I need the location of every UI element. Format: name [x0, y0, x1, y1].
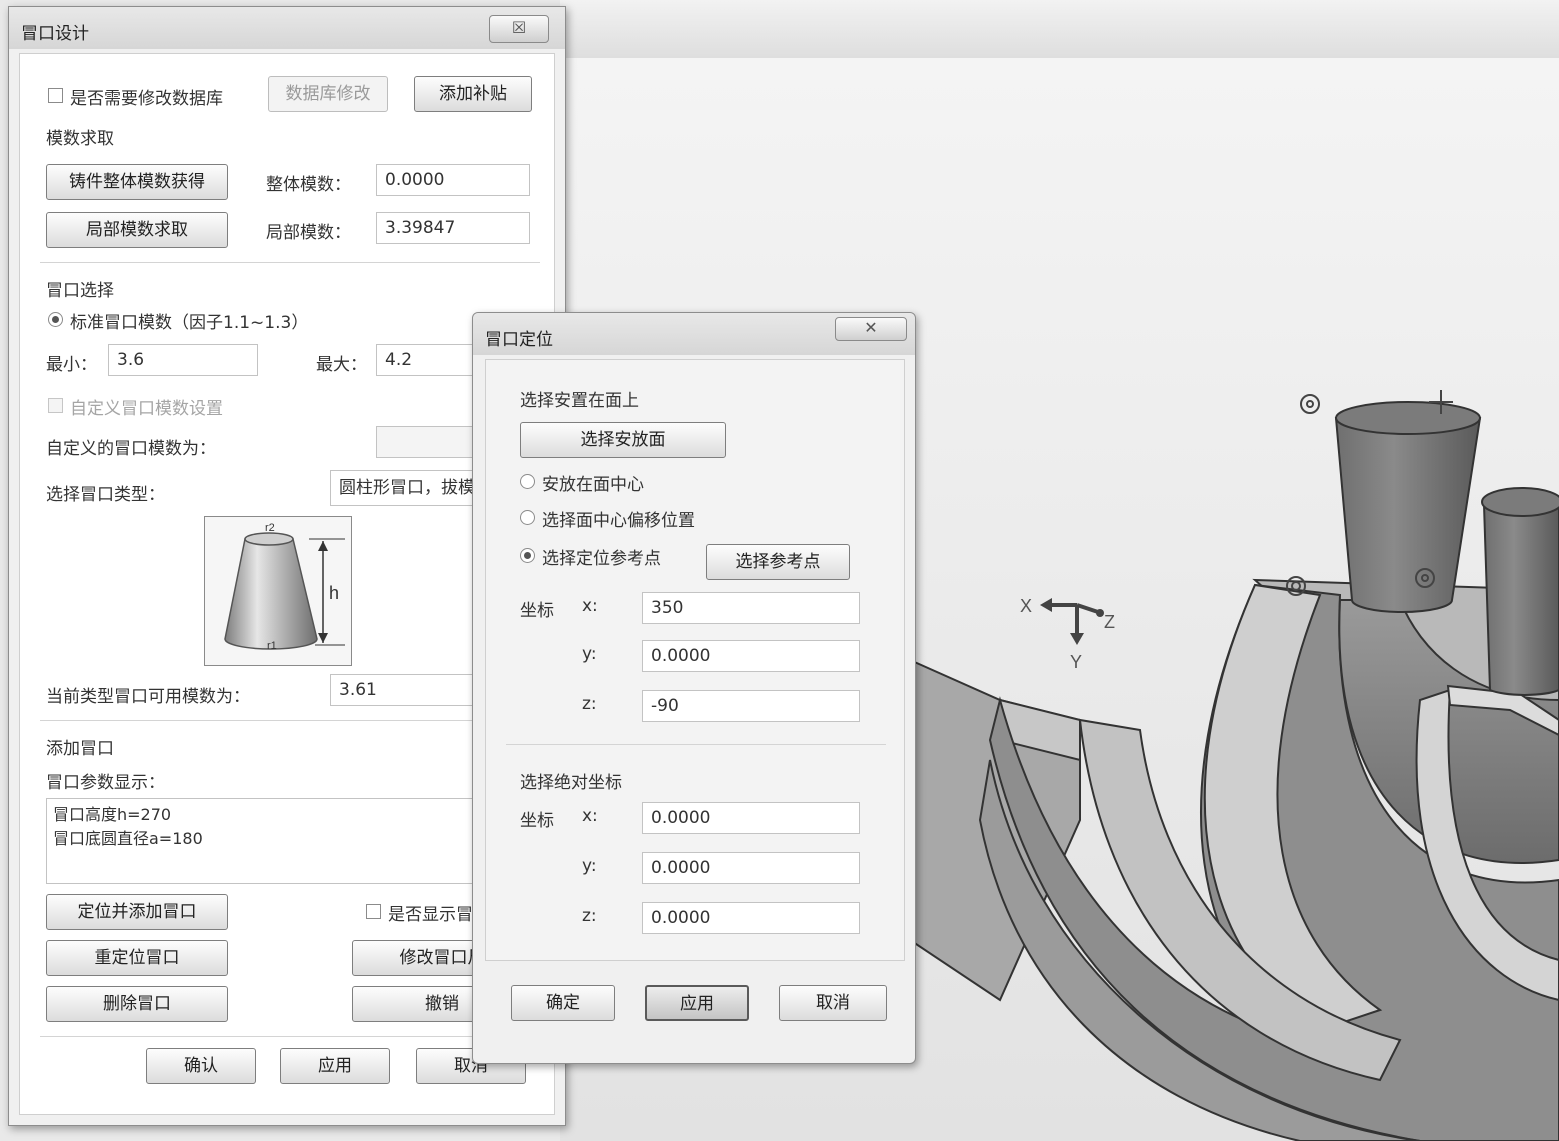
- abs-coord-label: 坐标: [520, 811, 554, 831]
- cad-toolbar: [560, 0, 1559, 59]
- param-display-label: 冒口参数显示：: [46, 773, 165, 793]
- whole-modulus-label: 整体模数：: [266, 175, 351, 195]
- modulus-section-title: 模数求取: [46, 129, 114, 149]
- whole-modulus-field[interactable]: 0.0000: [376, 164, 530, 196]
- db-modify-button[interactable]: 数据库修改: [268, 76, 388, 112]
- abs-z-label: z:: [582, 906, 597, 926]
- local-modulus-field[interactable]: 3.39847: [376, 212, 530, 244]
- locate-add-button[interactable]: 定位并添加冒口: [46, 894, 228, 930]
- z-label: z:: [582, 694, 597, 714]
- refpoint-radio[interactable]: [520, 548, 535, 563]
- delete-riser-button[interactable]: 删除冒口: [46, 986, 228, 1022]
- close-button[interactable]: ☒: [489, 15, 549, 43]
- param-line: 冒口底圆直径a=180: [53, 829, 203, 848]
- y-label: y:: [582, 644, 597, 664]
- local-modulus-button[interactable]: 局部模数求取: [46, 212, 228, 248]
- separator: [40, 262, 540, 263]
- absolute-coord-title: 选择绝对坐标: [520, 773, 622, 793]
- standard-modulus-radio[interactable]: [48, 312, 63, 327]
- select-refpoint-button[interactable]: 选择参考点: [706, 544, 850, 580]
- refpoint-label: 选择定位参考点: [542, 549, 661, 569]
- axis-z-label: Z: [1104, 612, 1115, 632]
- standard-modulus-label: 标准冒口模数（因子1.1~1.3）: [70, 313, 309, 333]
- max-label: 最大：: [316, 355, 367, 375]
- riser-type-label: 选择冒口类型：: [46, 485, 165, 505]
- param-display-textarea[interactable]: 冒口高度h=270 冒口底圆直径a=180: [46, 798, 532, 884]
- available-modulus-label: 当前类型冒口可用模数为：: [46, 687, 250, 707]
- modify-db-checkbox[interactable]: [48, 88, 63, 103]
- show-riser-label: 是否显示冒: [388, 905, 473, 925]
- add-patch-button[interactable]: 添加补贴: [414, 76, 532, 112]
- param-line: 冒口高度h=270: [53, 805, 172, 824]
- coord-label: 坐标: [520, 601, 554, 621]
- confirm-button[interactable]: 确认: [146, 1048, 256, 1084]
- modify-db-label: 是否需要修改数据库: [70, 89, 223, 109]
- face-offset-radio[interactable]: [520, 510, 535, 525]
- ok-button[interactable]: 确定: [511, 985, 615, 1021]
- riser-cylinder-1[interactable]: [1334, 401, 1482, 613]
- custom-modulus-label: 自定义的冒口模数为：: [46, 439, 216, 459]
- diagram-h-label: h: [329, 583, 339, 603]
- riser-select-title: 冒口选择: [46, 281, 114, 301]
- abs-x-label: x:: [582, 806, 598, 826]
- whole-modulus-button[interactable]: 铸件整体模数获得: [46, 164, 228, 200]
- axis-triad-icon: X Y Z: [1020, 596, 1115, 672]
- place-center-radio[interactable]: [520, 474, 535, 489]
- riser-position-titlebar[interactable]: 冒口定位 ✕: [473, 313, 915, 355]
- riser-design-titlebar[interactable]: 冒口设计 ☒: [9, 7, 565, 49]
- custom-modulus-checkbox-label: 自定义冒口模数设置: [70, 399, 223, 419]
- abs-z-field[interactable]: 0.0000: [642, 902, 860, 934]
- coord-x-field[interactable]: 350: [642, 592, 860, 624]
- show-riser-checkbox[interactable]: [366, 904, 381, 919]
- add-riser-title: 添加冒口: [46, 739, 114, 759]
- close-button[interactable]: ✕: [835, 317, 907, 341]
- casting-model: [909, 578, 1559, 1141]
- separator: [40, 1036, 540, 1037]
- apply-button[interactable]: 应用: [280, 1048, 390, 1084]
- select-face-button[interactable]: 选择安放面: [520, 422, 726, 458]
- abs-x-field[interactable]: 0.0000: [642, 802, 860, 834]
- window-title: 冒口设计: [21, 24, 89, 44]
- coord-y-field[interactable]: 0.0000: [642, 640, 860, 672]
- abs-y-label: y:: [582, 856, 597, 876]
- riser-position-body: 选择安置在面上 选择安放面 安放在面中心 选择面中心偏移位置 选择定位参考点 选…: [485, 359, 905, 961]
- separator: [506, 744, 886, 745]
- local-modulus-label: 局部模数：: [266, 223, 351, 243]
- place-center-label: 安放在面中心: [542, 475, 644, 495]
- dialog-title: 冒口定位: [485, 330, 553, 350]
- cancel-button[interactable]: 取消: [779, 985, 887, 1021]
- place-on-face-title: 选择安置在面上: [520, 391, 639, 411]
- min-label: 最小：: [46, 355, 97, 375]
- face-offset-label: 选择面中心偏移位置: [542, 511, 695, 531]
- axis-y-label: Y: [1070, 652, 1082, 672]
- separator: [40, 720, 540, 721]
- custom-modulus-checkbox[interactable]: [48, 398, 63, 413]
- abs-y-field[interactable]: 0.0000: [642, 852, 860, 884]
- axis-x-label: X: [1020, 596, 1032, 616]
- riser-type-diagram: h r2 r1: [204, 516, 352, 666]
- coord-z-field[interactable]: -90: [642, 690, 860, 722]
- min-field[interactable]: 3.6: [108, 344, 258, 376]
- x-label: x:: [582, 596, 598, 616]
- diagram-r1-label: r1: [267, 640, 277, 652]
- riser-position-dialog: 冒口定位 ✕ 选择安置在面上 选择安放面 安放在面中心 选择面中心偏移位置 选择…: [472, 312, 916, 1064]
- relocate-button[interactable]: 重定位冒口: [46, 940, 228, 976]
- diagram-r2-label: r2: [265, 522, 275, 534]
- riser-cylinder-2[interactable]: [1481, 487, 1559, 696]
- apply-button[interactable]: 应用: [645, 985, 749, 1021]
